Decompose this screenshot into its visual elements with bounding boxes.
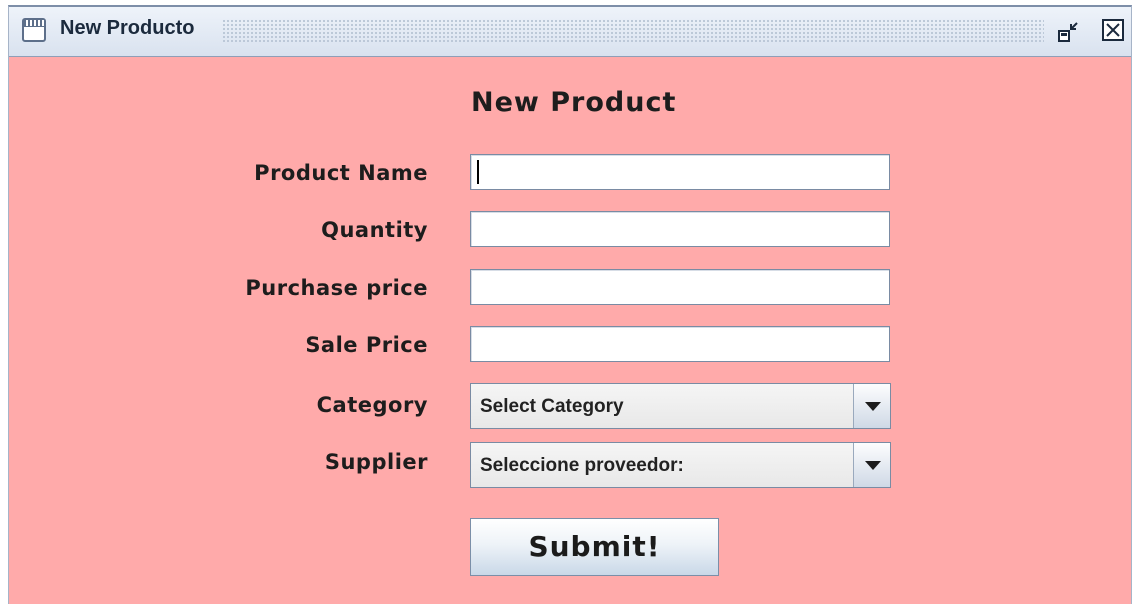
category-label: Category — [316, 393, 428, 417]
window-title: New Producto — [60, 17, 195, 39]
new-product-window: New Producto New Product Product Name Qu… — [8, 5, 1132, 604]
product-name-input[interactable] — [470, 154, 890, 190]
supplier-selected-value: Seleccione proveedor: — [480, 455, 684, 476]
quantity-input[interactable] — [470, 211, 890, 247]
chevron-down-icon — [865, 461, 881, 470]
form-title: New Product — [471, 87, 677, 118]
title-bar[interactable]: New Producto — [9, 7, 1131, 57]
chevron-down-icon — [865, 402, 881, 411]
submit-button[interactable]: Submit! — [470, 518, 719, 576]
supplier-dropdown-button[interactable] — [853, 443, 890, 487]
sale-price-input[interactable] — [470, 326, 890, 362]
category-dropdown-button[interactable] — [853, 384, 890, 428]
purchase-price-input[interactable] — [470, 269, 890, 305]
text-caret — [477, 160, 479, 184]
restore-icon[interactable] — [1057, 21, 1083, 45]
sale-price-label: Sale Price — [305, 333, 428, 357]
purchase-price-label: Purchase price — [245, 276, 428, 300]
product-name-label: Product Name — [254, 161, 428, 185]
window-icon — [22, 18, 46, 42]
category-select[interactable]: Select Category — [470, 383, 891, 429]
close-icon[interactable] — [1102, 19, 1124, 41]
category-selected-value: Select Category — [480, 396, 624, 417]
supplier-select[interactable]: Seleccione proveedor: — [470, 442, 891, 488]
title-bar-grip — [222, 19, 1044, 43]
quantity-label: Quantity — [321, 218, 428, 242]
supplier-label: Supplier — [324, 450, 428, 474]
